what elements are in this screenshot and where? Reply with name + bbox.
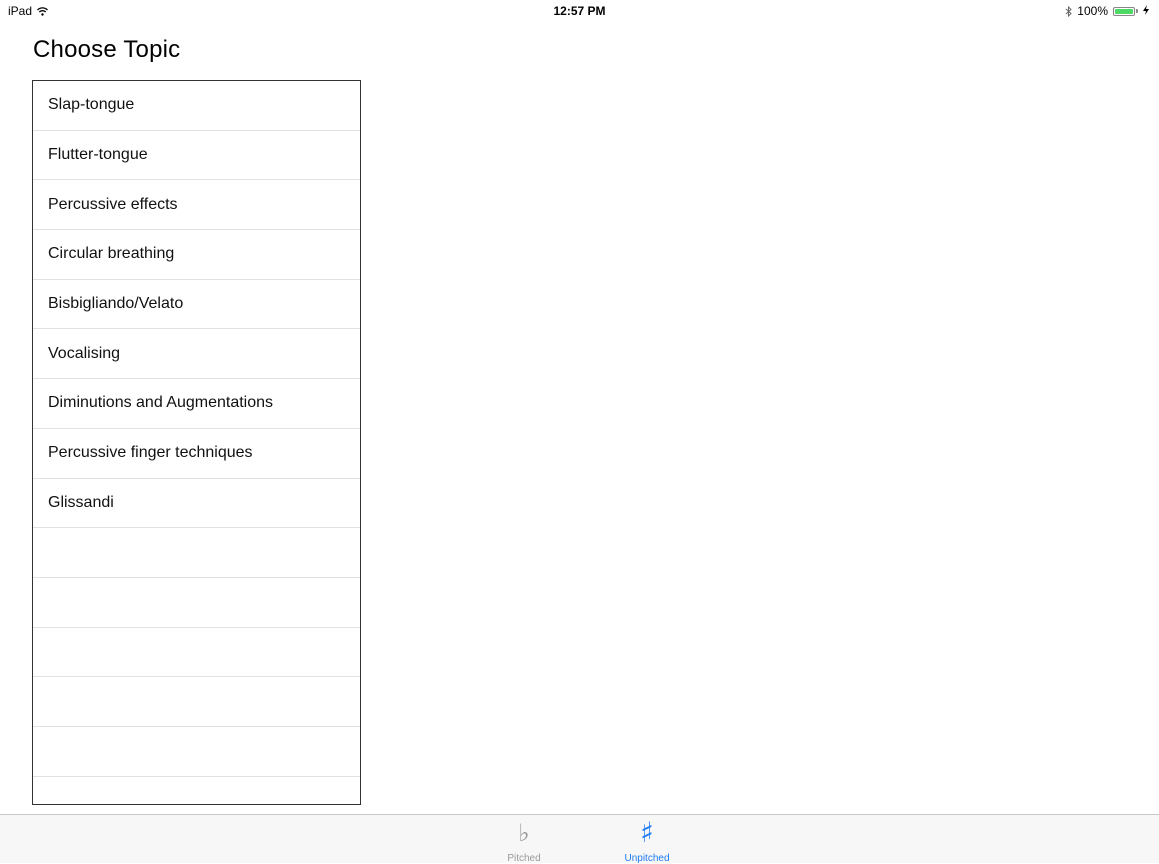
- topic-label: Circular breathing: [48, 245, 175, 263]
- topic-row[interactable]: Circular breathing: [33, 230, 360, 280]
- empty-row: [33, 578, 360, 628]
- topic-row[interactable]: Vocalising: [33, 329, 360, 380]
- empty-row: [33, 727, 360, 777]
- topic-label: Vocalising: [48, 344, 121, 362]
- battery-percent: 100%: [1077, 4, 1108, 18]
- tab-label: Pitched: [507, 853, 541, 864]
- tab-pitched[interactable]: ♭ Pitched: [489, 817, 559, 864]
- topic-label: Percussive finger techniques: [48, 444, 253, 462]
- topic-row[interactable]: Flutter-tongue: [33, 131, 360, 181]
- topic-row[interactable]: Bisbigliando/Velato: [33, 280, 360, 330]
- topic-label: Diminutions and Augmentations: [48, 394, 274, 412]
- topic-row[interactable]: Diminutions and Augmentations: [33, 379, 360, 429]
- topic-label: Percussive effects: [48, 195, 178, 213]
- tab-bar: ♭ Pitched ♯ Unpitched: [0, 814, 1159, 864]
- topic-label: Flutter-tongue: [48, 146, 148, 164]
- battery-icon: [1113, 6, 1138, 16]
- empty-row: [33, 677, 360, 727]
- empty-row: [33, 528, 360, 578]
- topic-row[interactable]: Percussive effects: [33, 180, 360, 231]
- bluetooth-icon: [1065, 5, 1073, 17]
- tab-label: Unpitched: [624, 853, 670, 864]
- topic-label: Bisbigliando/Velato: [48, 295, 184, 313]
- status-time: 12:57 PM: [553, 4, 606, 18]
- topic-row[interactable]: Glissandi: [33, 479, 360, 529]
- topic-label: Glissandi: [48, 493, 114, 511]
- charging-icon: [1143, 4, 1149, 18]
- status-right: 100%: [1065, 4, 1149, 18]
- topic-row[interactable]: Percussive finger techniques: [33, 429, 360, 479]
- status-bar: iPad 12:57 PM 100%: [0, 0, 1159, 22]
- topic-row[interactable]: Slap-tongue: [33, 81, 360, 131]
- empty-row: [33, 628, 360, 678]
- page-title: Choose Topic: [33, 36, 181, 63]
- empty-row: [33, 777, 360, 804]
- sharp-icon: ♯: [640, 816, 654, 849]
- tab-unpitched[interactable]: ♯ Unpitched: [612, 816, 682, 864]
- topic-list: Slap-tongue Flutter-tongue Percussive effe…: [32, 80, 361, 805]
- flat-icon: ♭: [518, 819, 530, 847]
- topic-label: Slap-tongue: [48, 96, 135, 114]
